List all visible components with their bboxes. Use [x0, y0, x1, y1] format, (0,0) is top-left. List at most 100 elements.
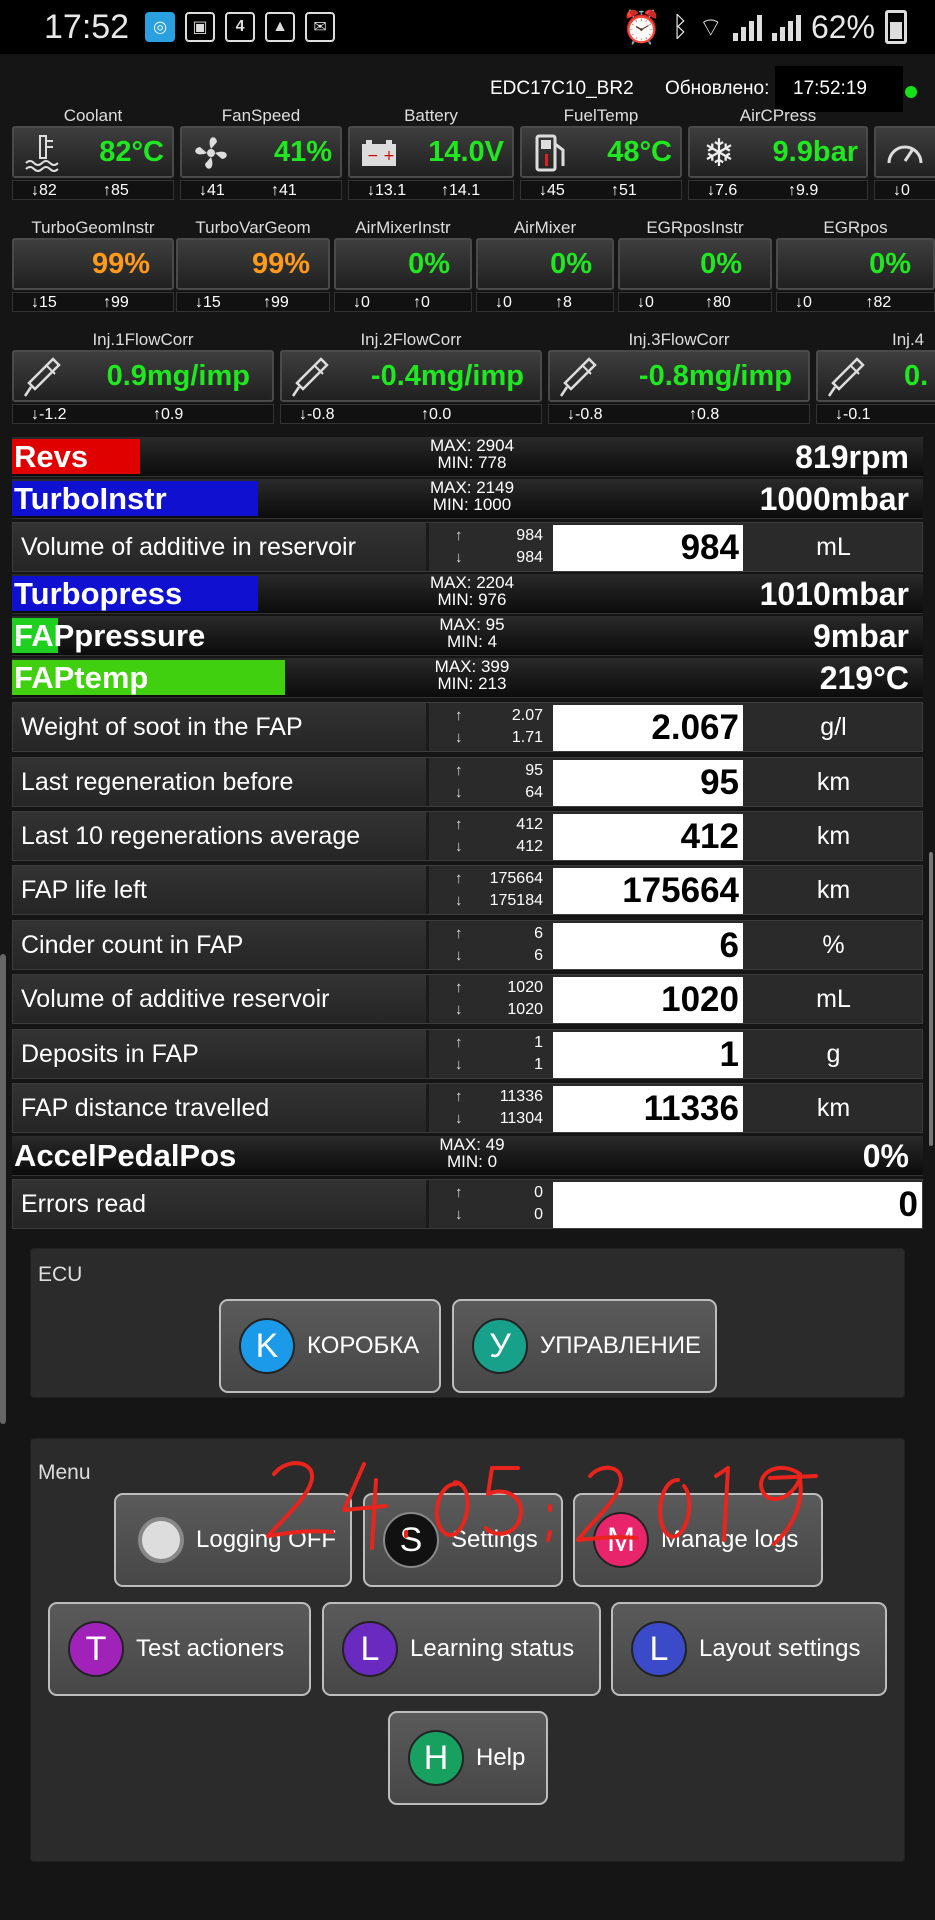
gauge-title: EGRpos	[823, 218, 888, 237]
row-minmax: ↑ 984 ↓ 984	[433, 523, 551, 571]
scrollbar[interactable]	[929, 852, 933, 1146]
row-unit: mL	[816, 985, 851, 1013]
row-minmax: ↑ 175664 ↓ 175184	[433, 866, 551, 914]
button-label: УПРАВЛЕНИЕ	[540, 1332, 701, 1359]
row-value: 175664	[553, 868, 743, 914]
row-value: 0	[553, 1182, 922, 1228]
handwritten-date-annotation	[260, 1444, 820, 1559]
coolant-icon	[20, 132, 66, 174]
gauge-title: AirMixer	[513, 218, 577, 237]
gauge-max: ↑85	[103, 182, 129, 199]
gauge-min: ↓41	[199, 182, 225, 199]
bar-value: 819rpm	[795, 439, 909, 475]
gauge-min: ↓15	[195, 294, 221, 311]
gauge-title: AirMixerInstr	[355, 218, 451, 237]
gauge-max: ↑0.8	[689, 406, 720, 423]
sim-notification-icon: 4	[225, 12, 256, 42]
gauge-min: ↓0	[795, 294, 812, 311]
camera-notification-icon: ▣	[185, 12, 216, 42]
row-distance[interactable]: FAP distance travelled ↑ 11336 ↓ 11304 1133…	[12, 1083, 923, 1133]
row-minmax: ↑ 6 ↓ 6	[433, 921, 551, 969]
bar-value: 1000mbar	[759, 481, 909, 517]
test-actioners-button[interactable]: T Test actioners	[48, 1602, 311, 1696]
status-bar: 17:52 ◎ ▣ 4 ▲ ✉ ⏰ ᛒ ⌔ 62%	[0, 0, 935, 54]
bar-faptemp[interactable]: FAPtemp MAX: 399 MIN: 213 219°C	[12, 658, 923, 698]
row-value: 95	[553, 760, 743, 806]
bar-label: TurboInstr	[14, 481, 167, 516]
bar-minmax: MAX: 2204 MIN: 976	[429, 573, 515, 609]
row-cinder[interactable]: Cinder count in FAP ↑ 6 ↓ 6 6 %	[12, 920, 923, 970]
bar-turboinstr[interactable]: TurboInstr MAX: 2149 MIN: 1000 1000mbar	[12, 479, 923, 519]
row-soot[interactable]: Weight of soot in the FAP ↑ 2.07 ↓ 1.71 2.0…	[12, 702, 923, 752]
gauge-min: ↓0	[353, 294, 370, 311]
gauge-min: ↓-1.2	[31, 406, 67, 423]
help-button[interactable]: H Help	[388, 1711, 548, 1805]
injector-icon	[20, 356, 66, 398]
gauge-min: ↓0	[495, 294, 512, 311]
gauge-value: 99%	[91, 248, 150, 280]
gauge-value: 0%	[869, 248, 911, 280]
ecu-name: EDC17C10_BR2	[490, 78, 634, 99]
row-unit: km	[816, 1094, 851, 1122]
gauge-max: ↑8	[555, 294, 572, 311]
control-button[interactable]: У УПРАВЛЕНИЕ	[452, 1299, 717, 1393]
gauge-min: ↓45	[539, 182, 565, 199]
gauge-row-2: TurboGeomInstr 99% ↓15 ↑99 TurboVarGeom 9…	[12, 218, 935, 316]
learning-status-button[interactable]: L Learning status	[322, 1602, 601, 1696]
row-last10[interactable]: Last 10 regenerations average ↑ 412 ↓ 412 4…	[12, 811, 923, 861]
injector-icon	[556, 356, 602, 398]
row-deposits[interactable]: Deposits in FAP ↑ 1 ↓ 1 1 g	[12, 1029, 923, 1079]
gauge-max: ↑9.9	[788, 182, 819, 199]
bar-value: 1010mbar	[759, 576, 909, 612]
row-last-regen[interactable]: Last regeneration before ↑ 95 ↓ 64 95 km	[12, 757, 923, 807]
row-label: Deposits in FAP	[13, 1030, 429, 1078]
bluetooth-icon: ᛒ	[671, 11, 689, 42]
row-label: Last 10 regenerations average	[13, 812, 429, 860]
ecu-panel: ECU K КОРОБКА У УПРАВЛЕНИЕ	[30, 1248, 905, 1398]
row-label: Cinder count in FAP	[13, 921, 429, 969]
panel-title: ECU	[38, 1263, 83, 1286]
edge-handle[interactable]	[0, 954, 6, 1424]
gauge-row-3: Inj.1FlowCorr 0.9mg/imp ↓-1.2 ↑0.9 Inj.2F…	[12, 330, 935, 428]
gauge-value: -0.8mg/imp	[638, 360, 792, 392]
wifi-icon: ⌔	[698, 11, 723, 42]
gauge-min: ↓0	[893, 182, 910, 199]
button-label: Test actioners	[136, 1635, 285, 1662]
row-minmax: ↑ 1020 ↓ 1020	[433, 975, 551, 1023]
row-value: 6	[553, 923, 743, 969]
bar-fappressure[interactable]: FAPpressure MAX: 95 MIN: 4 9mbar	[12, 616, 923, 656]
bar-revs[interactable]: Revs MAX: 2904 MIN: 778 819rpm	[12, 437, 923, 477]
bar-turbopress[interactable]: Turbopress MAX: 2204 MIN: 976 1010mbar	[12, 574, 923, 614]
button-label: Layout settings	[699, 1635, 861, 1662]
row-label: Weight of soot in the FAP	[13, 703, 429, 751]
gauge-max: ↑14.1	[441, 182, 481, 199]
gauge-max: ↑99	[263, 294, 289, 311]
bar-minmax: MAX: 95 MIN: 4	[439, 615, 505, 651]
gauge-min: ↓15	[31, 294, 57, 311]
gearbox-button[interactable]: K КОРОБКА	[219, 1299, 441, 1393]
battery-icon: − +	[356, 132, 402, 174]
gauge-max: ↑41	[271, 182, 297, 199]
gauge-title: TurboVarGeom	[195, 218, 311, 237]
gauge-value: 0%	[700, 248, 742, 280]
row-volume-reservoir[interactable]: Volume of additive reservoir ↑ 1020 ↓ 1020 …	[12, 974, 923, 1024]
gauge-min: ↓0	[637, 294, 654, 311]
gallery-notification-icon: ▲	[265, 12, 296, 42]
row-errors[interactable]: Errors read ↑ 0 ↓ 0 0	[12, 1179, 923, 1229]
row-volume-additive[interactable]: Volume of additive in reservoir ↑ 984 ↓ 984…	[12, 522, 923, 572]
gauge-title: EGRposInstr	[646, 218, 744, 237]
row-minmax: ↑ 0 ↓ 0	[433, 1180, 551, 1228]
row-minmax: ↑ 2.07 ↓ 1.71	[433, 703, 551, 751]
button-icon: T	[68, 1621, 124, 1677]
row-minmax: ↑ 1 ↓ 1	[433, 1030, 551, 1078]
row-life-left[interactable]: FAP life left ↑ 175664 ↓ 175184 175664 km	[12, 865, 923, 915]
gauge-max: ↑82	[865, 294, 892, 311]
gauge-value: 14.0V	[428, 136, 504, 168]
bar-accelpedal[interactable]: AccelPedalPos MAX: 49 MIN: 0 0%	[12, 1136, 923, 1176]
gauge-value: 9.9bar	[772, 136, 858, 168]
button-icon: L	[631, 1621, 687, 1677]
row-minmax: ↑ 95 ↓ 64	[433, 758, 551, 806]
bar-label: Turbopress	[14, 576, 183, 611]
row-value: 984	[553, 525, 743, 571]
layout-settings-button[interactable]: L Layout settings	[611, 1602, 887, 1696]
